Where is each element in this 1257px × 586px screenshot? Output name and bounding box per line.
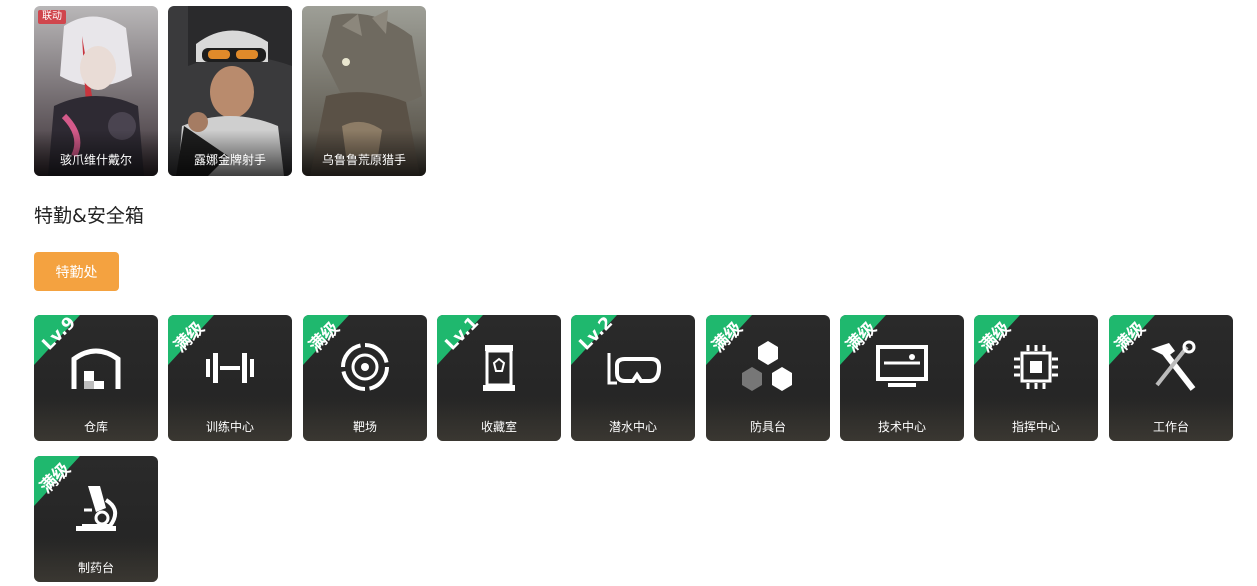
- facility-name: 指挥中心: [1011, 420, 1060, 434]
- skin-name: 露娜金牌射手: [193, 153, 266, 167]
- facility-name: 收藏室: [480, 420, 517, 434]
- armor-blocks-icon: [742, 341, 792, 391]
- diving-mask-icon: [607, 353, 662, 385]
- facility-name: 仓库: [83, 420, 108, 434]
- facility-tile-diving-center[interactable]: Lv.2 潜水中心: [571, 315, 695, 441]
- facility-name: 技术中心: [877, 420, 926, 434]
- facility-name: 工作台: [1152, 420, 1189, 434]
- facility-name: 训练中心: [205, 420, 254, 434]
- skin-card-vyron[interactable]: 联动 骇爪维什戴尔: [34, 6, 158, 176]
- warehouse-icon: [71, 348, 121, 389]
- facility-tile-training-center[interactable]: 满级 训练中心: [168, 315, 292, 441]
- dumbbell-icon: [206, 353, 254, 383]
- skin-card-uluru[interactable]: 乌鲁鲁荒原猎手: [302, 6, 426, 176]
- skin-name: 骇爪维什戴尔: [59, 153, 132, 167]
- collab-tag: 联动: [38, 10, 66, 24]
- facility-name: 制药台: [77, 561, 114, 575]
- facility-name: 靶场: [352, 420, 377, 434]
- facility-name: 潜水中心: [608, 420, 657, 434]
- facility-tile-shooting-range[interactable]: 满级 靶场: [303, 315, 427, 441]
- microscope-icon: [76, 486, 118, 531]
- facility-tile-warehouse[interactable]: Lv.9 仓库: [34, 315, 158, 441]
- target-icon: [341, 343, 389, 391]
- skin-card-luna[interactable]: 露娜金牌射手: [168, 6, 292, 176]
- skin-name: 乌鲁鲁荒原猎手: [321, 153, 406, 167]
- special-ops-tab-button[interactable]: 特勤处: [34, 252, 119, 291]
- chip-icon: [1014, 345, 1058, 389]
- skin-list: 联动 骇爪维什戴尔 露娜金牌射手 乌鲁鲁荒原猎手: [34, 6, 426, 176]
- facility-tile-command-center[interactable]: 满级 指挥中心: [974, 315, 1098, 441]
- monitor-icon: [876, 345, 928, 387]
- facility-tile-armor-bench[interactable]: 满级 防具台: [706, 315, 830, 441]
- facility-name: 防具台: [749, 420, 786, 434]
- section-title: 特勤&安全箱: [34, 205, 144, 227]
- facility-tile-pharmacy[interactable]: 满级 制药台: [34, 456, 158, 582]
- facility-tile-tech-center[interactable]: 满级 技术中心: [840, 315, 964, 441]
- facility-tile-workbench[interactable]: 满级 工作台: [1109, 315, 1233, 441]
- hammer-wrench-icon: [1151, 340, 1196, 391]
- facility-tile-collection-room[interactable]: Lv.1 收藏室: [437, 315, 561, 441]
- display-case-icon: [483, 345, 515, 391]
